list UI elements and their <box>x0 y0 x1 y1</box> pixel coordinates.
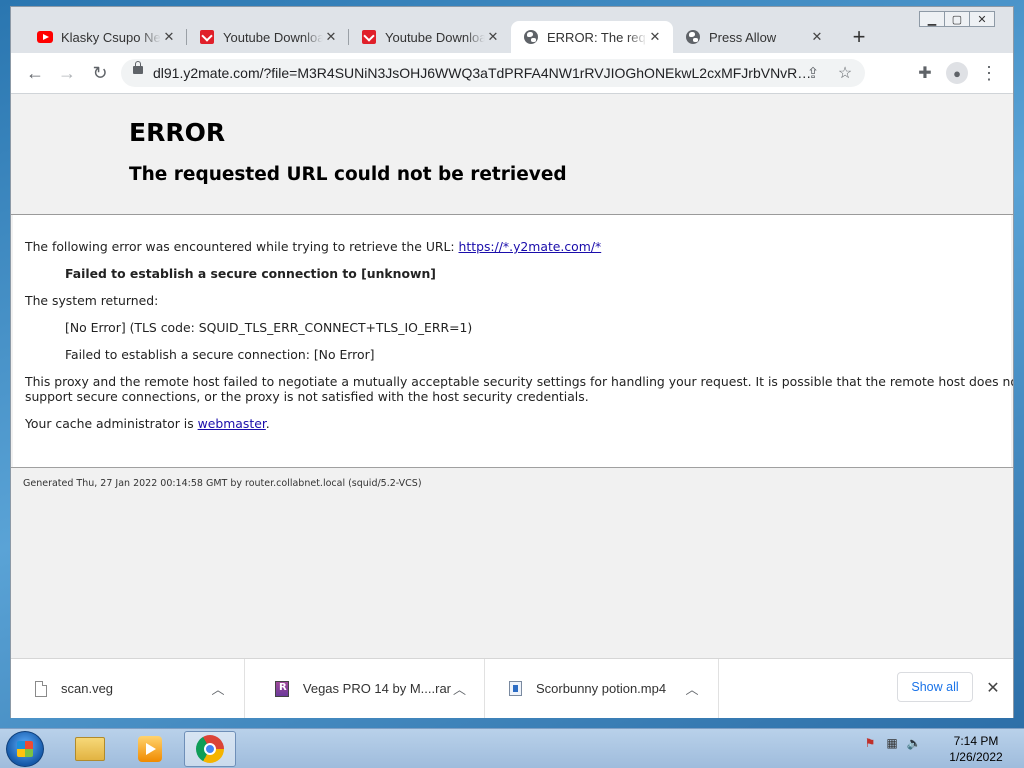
clock-time: 7:14 PM <box>953 734 999 748</box>
globe-icon <box>523 29 539 45</box>
secure-failure-text: Failed to establish a secure connection:… <box>65 347 375 362</box>
download-item[interactable]: Vegas PRO 14 by M....rar ︿ <box>251 659 485 718</box>
chevron-up-icon[interactable]: ︿ <box>208 679 228 698</box>
tls-code-text: [No Error] (TLS code: SQUID_TLS_ERR_CONN… <box>65 320 473 335</box>
intro-text: The following error was encountered whil… <box>25 239 459 254</box>
requested-url-link[interactable]: https://*.y2mate.com/* <box>459 239 602 254</box>
system-tray: ⚑ ▦ 🔈 <box>862 735 922 751</box>
address-bar[interactable]: dl91.y2mate.com/?file=M3R4SUNiN3JsOHJ6WW… <box>121 59 865 87</box>
url-text[interactable]: dl91.y2mate.com/?file=M3R4SUNiN3JsOHJ6WW… <box>153 65 817 81</box>
profile-avatar-icon[interactable]: ● <box>945 61 969 85</box>
globe-icon <box>685 29 701 45</box>
forward-arrow-icon[interactable]: → <box>55 61 79 85</box>
explanation-line-2: support secure connections, or the proxy… <box>25 389 589 404</box>
tab-strip: Klasky Csupo New Logo ✕ Youtube Download… <box>25 21 835 53</box>
tab-title: Klasky Csupo New Logo <box>61 29 161 45</box>
rar-icon <box>275 680 289 697</box>
lock-icon[interactable] <box>133 61 143 74</box>
volume-icon[interactable]: 🔈 <box>906 735 922 751</box>
show-all-button[interactable]: Show all <box>897 672 973 702</box>
clock-date: 1/26/2022 <box>949 750 1003 764</box>
chevron-up-icon[interactable]: ︿ <box>682 679 702 698</box>
tab-youtube-downloader[interactable]: Youtube Downloader ✕ <box>187 21 349 53</box>
download-filename: Scorbunny potion.mp4 <box>536 681 667 696</box>
tab-press-allow[interactable]: Press Allow ✕ <box>673 21 835 53</box>
menu-kebab-icon[interactable]: ⋮ <box>977 61 1001 85</box>
tab-title: Press Allow <box>709 29 777 45</box>
page-title: ERROR <box>129 118 226 147</box>
new-tab-plus-icon[interactable]: + <box>847 24 871 49</box>
chevron-up-icon[interactable]: ︿ <box>451 679 468 698</box>
tab-close-icon[interactable]: ✕ <box>485 29 501 45</box>
close-window-button[interactable]: ✕ <box>969 11 995 27</box>
admin-suffix: . <box>265 416 270 431</box>
taskbar-clock[interactable]: 7:14 PM 1/26/2022 <box>938 733 1014 765</box>
generated-footer: Generated Thu, 27 Jan 2022 00:14:58 GMT … <box>23 478 422 489</box>
explorer-folder-icon[interactable] <box>64 731 116 767</box>
youtube-icon <box>37 29 53 45</box>
download-item[interactable]: scan.veg ︿ <box>11 659 245 718</box>
chrome-taskbar-icon[interactable] <box>184 731 236 767</box>
browser-toolbar: ← → ↻ dl91.y2mate.com/?file=M3R4SUNiN3Js… <box>11 53 1013 94</box>
window-caption-buttons: ▁ ▢ ✕ <box>919 11 995 27</box>
reload-icon[interactable]: ↻ <box>88 61 112 85</box>
error-header: ERROR The requested URL could not be ret… <box>11 94 1013 215</box>
file-icon <box>35 680 47 697</box>
close-icon[interactable]: ✕ <box>981 676 1005 700</box>
tab-klasky-csupo[interactable]: Klasky Csupo New Logo ✕ <box>25 21 187 53</box>
back-arrow-icon[interactable]: ← <box>23 61 47 85</box>
download-shelf: scan.veg ︿ Vegas PRO 14 by M....rar ︿ Sc… <box>11 658 1013 718</box>
browser-window: ▁ ▢ ✕ Klasky Csupo New Logo ✕ Youtube Do… <box>10 6 1014 718</box>
y2mate-icon <box>361 29 377 45</box>
tab-close-icon[interactable]: ✕ <box>809 29 825 45</box>
explanation-line-1: This proxy and the remote host failed to… <box>25 374 1013 389</box>
page-subtitle: The requested URL could not be retrieved <box>129 164 567 185</box>
tab-close-icon[interactable]: ✕ <box>647 29 663 45</box>
admin-line: Your cache administrator is webmaster. <box>25 416 270 431</box>
tab-close-icon[interactable]: ✕ <box>323 29 339 45</box>
media-player-icon[interactable] <box>124 731 176 767</box>
taskbar: ⚑ ▦ 🔈 7:14 PM 1/26/2022 <box>0 728 1024 768</box>
share-icon[interactable]: ⇪ <box>801 61 825 85</box>
extensions-puzzle-icon[interactable]: ✚ <box>913 61 937 85</box>
intro-line: The following error was encountered whil… <box>25 239 601 254</box>
star-bookmark-icon[interactable]: ☆ <box>833 61 857 85</box>
system-returned-label: The system returned: <box>25 293 159 308</box>
error-page: ERROR The requested URL could not be ret… <box>11 94 1013 658</box>
tab-title: Youtube Downloader <box>385 29 485 45</box>
action-center-flag-icon[interactable]: ⚑ <box>862 735 878 751</box>
failure-message: Failed to establish a secure connection … <box>65 266 436 281</box>
minimize-button[interactable]: ▁ <box>919 11 945 27</box>
download-filename: scan.veg <box>61 681 114 696</box>
start-button[interactable] <box>6 731 44 767</box>
tab-title: ERROR: The requested URL <box>547 29 647 45</box>
error-content: The following error was encountered whil… <box>13 215 1013 467</box>
maximize-button[interactable]: ▢ <box>944 11 970 27</box>
footer-divider <box>11 467 1013 468</box>
tab-close-icon[interactable]: ✕ <box>161 29 177 45</box>
download-item[interactable]: Scorbunny potion.mp4 ︿ <box>485 659 719 718</box>
network-icon[interactable]: ▦ <box>884 735 900 751</box>
video-file-icon <box>509 681 522 696</box>
admin-prefix: Your cache administrator is <box>25 416 198 431</box>
tab-error-active[interactable]: ERROR: The requested URL ✕ <box>511 21 673 53</box>
download-filename: Vegas PRO 14 by M....rar <box>302 681 452 696</box>
tab-title: Youtube Downloader <box>223 29 323 45</box>
tab-youtube-downloader-2[interactable]: Youtube Downloader ✕ <box>349 21 511 53</box>
webmaster-link[interactable]: webmaster <box>198 416 266 431</box>
y2mate-icon <box>199 29 215 45</box>
